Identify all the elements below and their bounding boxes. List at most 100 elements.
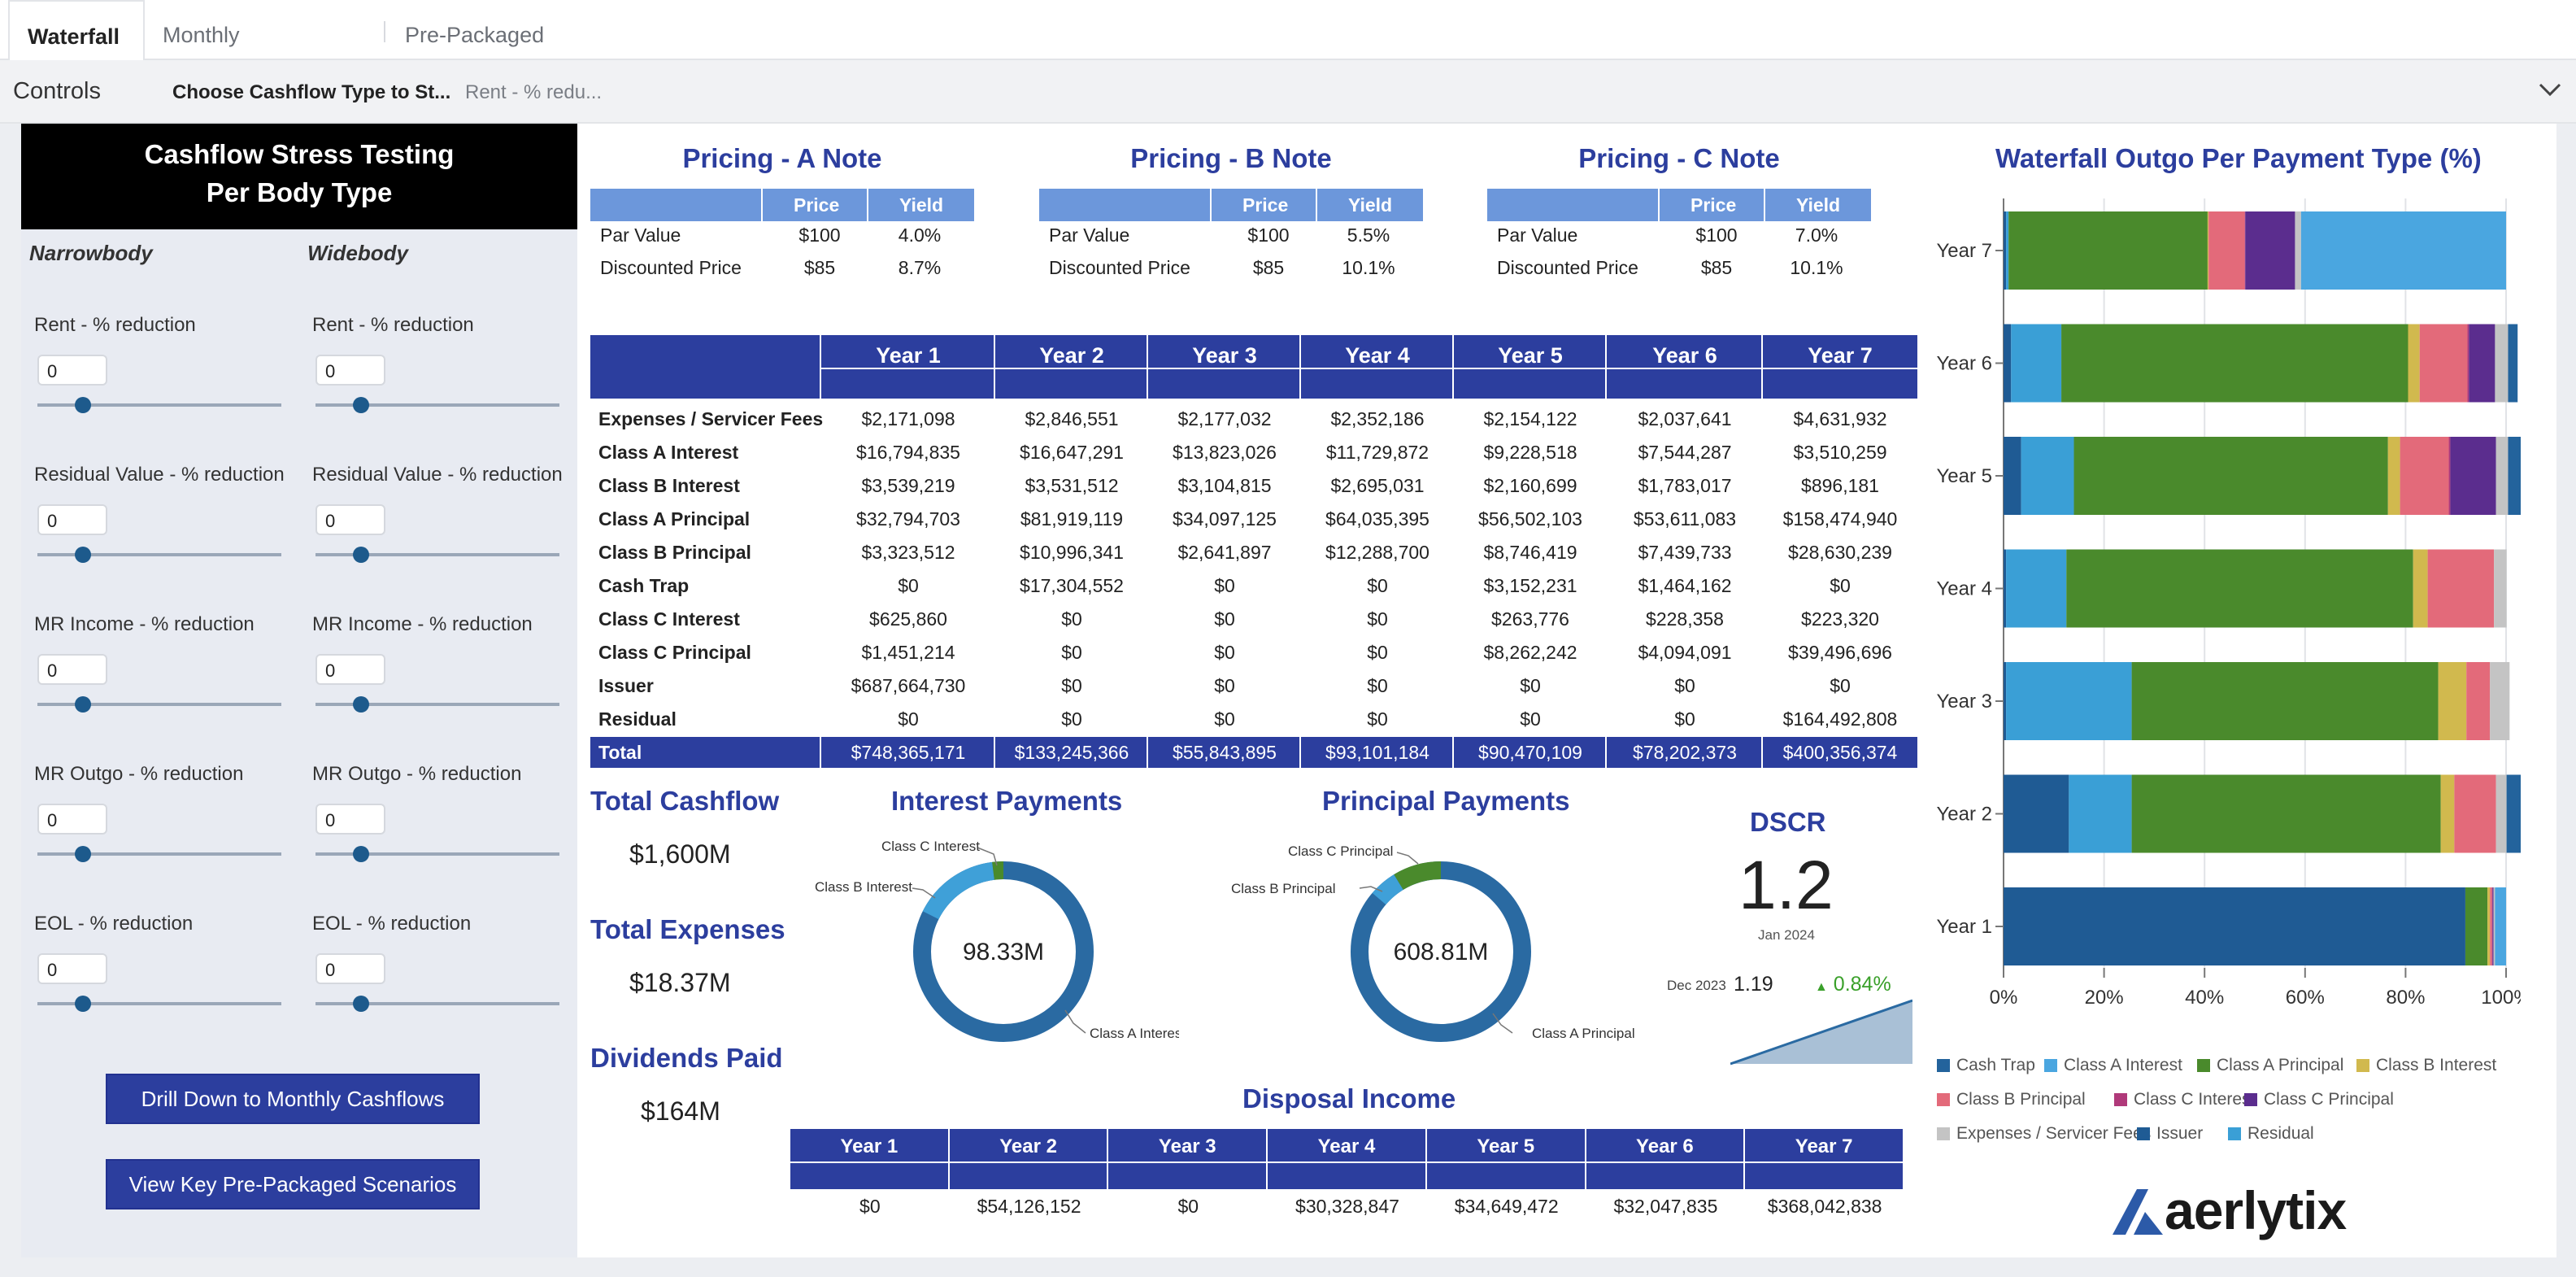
pricing-row-label: Discounted Price	[1497, 257, 1638, 278]
drill-down-button[interactable]: Drill Down to Monthly Cashflows	[106, 1074, 480, 1124]
widebody-param-input[interactable]: 0	[315, 504, 385, 535]
disposal-year-header: Year 5	[1426, 1129, 1585, 1189]
table-cell: $164,492,808	[1782, 708, 1898, 730]
dscr-change: ▲ 0.84%	[1815, 973, 1891, 996]
widebody-param-slider[interactable]	[315, 547, 559, 563]
year-header: Year 6	[1652, 343, 1717, 368]
legend-swatch	[2356, 1059, 2369, 1072]
narrowbody-param-input[interactable]: 0	[37, 953, 107, 984]
view-scenarios-button[interactable]: View Key Pre-Packaged Scenarios	[106, 1159, 480, 1209]
header-divider	[867, 189, 868, 221]
table-row: Class B Principal $3,323,512 $10,996,341 $2…	[590, 537, 1917, 568]
tab-waterfall[interactable]: Waterfall	[8, 0, 145, 62]
controls-bar[interactable]: Controls Choose Cashflow Type to St... R…	[0, 60, 2576, 124]
interest-donut-center: 98.33M	[963, 939, 1044, 965]
disposal-year-header: Year 4	[1268, 1129, 1425, 1189]
x-tick-label: 40%	[2185, 987, 2224, 1009]
slider-knob[interactable]	[75, 547, 91, 563]
bar-segment	[2131, 662, 2439, 740]
table-cell: $0	[1830, 575, 1851, 596]
slider-knob[interactable]	[75, 846, 91, 862]
price-header: Price	[1690, 194, 1737, 216]
pricing-row-label: Par Value	[1497, 224, 1578, 246]
table-cell: $90,470,109	[1478, 742, 1582, 763]
slider-knob[interactable]	[75, 397, 91, 413]
tab-bar: Waterfall Monthly Breakdown Pre-Packaged…	[0, 0, 2576, 117]
widebody-param-slider[interactable]	[315, 846, 559, 862]
row-label: Class B Interest	[598, 475, 740, 496]
aerlytix-logo: aerlytix	[2165, 1180, 2347, 1240]
narrowbody-param-input[interactable]: 0	[37, 355, 107, 386]
widebody-param-slider[interactable]	[315, 996, 559, 1012]
tab-monthly-breakdown[interactable]: Monthly Breakdown	[145, 0, 363, 117]
narrowbody-param-slider[interactable]	[37, 696, 281, 713]
bar-segment	[2300, 211, 2506, 290]
slider-knob[interactable]	[353, 397, 369, 413]
bar-segment	[2465, 887, 2488, 965]
bar-segment	[2073, 437, 2388, 515]
tab-pre-packaged-scenarios[interactable]: Pre-Packaged Scenarios	[387, 0, 664, 117]
waterfall-outgo-chart: 0% 20% 40% 60% 80% 100% Year 7 Year 6 Year 5 Year…	[1936, 198, 2521, 1009]
table-cell: $7,439,733	[1638, 542, 1732, 563]
widebody-param-input[interactable]: 0	[315, 654, 385, 685]
cashflow-type-value[interactable]: Rent - % redu...	[465, 81, 602, 104]
chevron-down-icon[interactable]	[2535, 75, 2565, 104]
widebody-param-input[interactable]: 0	[315, 953, 385, 984]
y-tick-label: Year 3	[1936, 691, 1992, 713]
table-cell: $0	[898, 708, 919, 730]
legend-item: Class B Interest	[2356, 1056, 2496, 1075]
legend-label: Class C Principal	[2264, 1090, 2394, 1109]
narrowbody-param-input[interactable]: 0	[37, 654, 107, 685]
bar-segment	[2419, 324, 2468, 403]
param-label: EOL - % reduction	[34, 913, 194, 935]
table-cell: $223,320	[1801, 608, 1879, 630]
header-divider	[949, 1162, 1107, 1163]
slider-knob[interactable]	[353, 547, 369, 563]
table-cell: $0	[1214, 608, 1235, 630]
table-cell: $11,729,872	[1325, 442, 1429, 463]
table-cell: $0	[1520, 675, 1541, 696]
widebody-param-slider[interactable]	[315, 696, 559, 713]
slider-knob[interactable]	[353, 696, 369, 713]
slider-knob[interactable]	[75, 996, 91, 1012]
row-label: Total	[598, 742, 642, 763]
disposal-year-label: Year 4	[1317, 1135, 1376, 1157]
table-row: Class A Principal $32,794,703 $81,919,119 $…	[590, 503, 1917, 534]
narrowbody-param-slider[interactable]	[37, 846, 281, 862]
narrowbody-param-slider[interactable]	[37, 397, 281, 413]
slider-knob[interactable]	[353, 846, 369, 862]
bar-segment	[2508, 324, 2518, 403]
widebody-param-input[interactable]: 0	[315, 804, 385, 835]
leader-line	[912, 887, 936, 899]
narrowbody-param-slider[interactable]	[37, 996, 281, 1012]
slider-knob[interactable]	[353, 996, 369, 1012]
controls-label: Controls	[13, 78, 101, 104]
table-cell: $7,544,287	[1638, 442, 1732, 463]
bar-segment	[2448, 437, 2451, 515]
widebody-param-input[interactable]: 0	[315, 355, 385, 386]
row-label: Cash Trap	[598, 575, 690, 596]
total-cashflow-label: Total Cashflow	[590, 786, 780, 816]
table-cell: $9,228,518	[1483, 442, 1577, 463]
narrowbody-param-input[interactable]: 0	[37, 504, 107, 535]
pricing-row-price: $85	[1252, 257, 1285, 278]
slider-knob[interactable]	[75, 696, 91, 713]
y-tick-label: Year 5	[1936, 465, 1992, 487]
table-cell: $3,323,512	[861, 542, 955, 563]
bar-segment	[2492, 887, 2494, 965]
bar-segment	[2427, 549, 2495, 628]
disposal-year-label: Year 7	[1795, 1135, 1853, 1157]
bar-segment	[2008, 211, 2208, 290]
pricing-row-price: $85	[803, 257, 836, 278]
narrowbody-param-input[interactable]: 0	[37, 804, 107, 835]
bar-segment	[2454, 774, 2496, 853]
widebody-param-slider[interactable]	[315, 397, 559, 413]
legend-item: Residual	[2228, 1124, 2314, 1144]
bar-segment	[2061, 324, 2408, 403]
table-cell: $4,631,932	[1793, 408, 1887, 429]
narrowbody-param-slider[interactable]	[37, 547, 281, 563]
row-label: Class A Interest	[598, 442, 739, 463]
bar-segment	[2004, 549, 2007, 628]
disposal-year-label: Year 2	[999, 1135, 1057, 1157]
legend-label: Cash Trap	[1956, 1056, 2035, 1074]
